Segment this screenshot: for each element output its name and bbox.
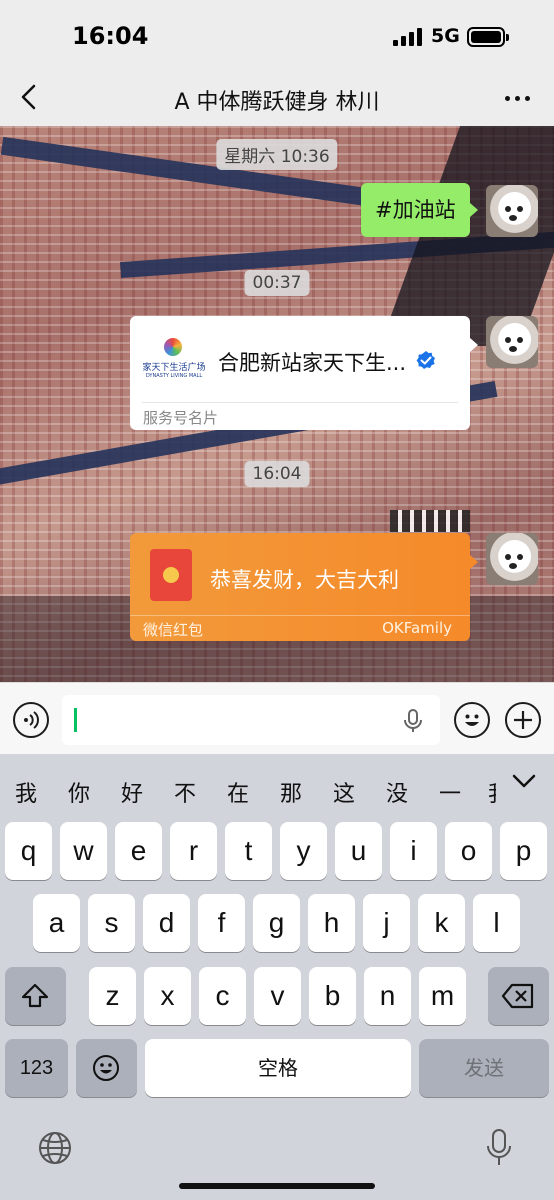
key-b[interactable]: b (309, 967, 356, 1025)
key-d[interactable]: d (143, 894, 190, 952)
emoji-icon[interactable] (454, 702, 490, 738)
input-bar (0, 682, 554, 754)
plus-icon[interactable] (505, 702, 541, 738)
candidate-word[interactable]: 一 (439, 776, 461, 808)
candidate-word[interactable]: 我 (15, 776, 37, 808)
candidate-word[interactable]: 我 (488, 776, 496, 808)
status-bar: 16:04 5G (0, 0, 554, 72)
card-account-name: 合肥新站家天下生... (218, 351, 407, 375)
dictation-microphone-icon[interactable] (485, 1128, 513, 1168)
red-packet-greeting: 恭喜发财，大吉大利 (210, 568, 399, 592)
key-x[interactable]: x (144, 967, 191, 1025)
shift-key[interactable] (5, 967, 66, 1025)
key-k[interactable]: k (418, 894, 465, 952)
key-v[interactable]: v (254, 967, 301, 1025)
key-u[interactable]: u (335, 822, 382, 880)
key-c[interactable]: c (199, 967, 246, 1025)
status-time: 16:04 (72, 22, 149, 50)
emoji-key[interactable] (76, 1039, 137, 1097)
message-input[interactable] (62, 695, 440, 745)
watermark-text: OKFamily (382, 619, 452, 637)
watermark-pattern (390, 510, 470, 532)
verified-badge-icon (416, 351, 435, 369)
mall-logo: 家天下生活广场 DYNASTY LIVING MALL (142, 336, 206, 388)
key-j[interactable]: j (363, 894, 410, 952)
delete-key[interactable] (488, 967, 549, 1025)
key-i[interactable]: i (390, 822, 437, 880)
red-envelope-icon (150, 549, 192, 601)
red-packet-label: 微信红包 (143, 621, 204, 639)
avatar[interactable] (486, 185, 538, 237)
key-y[interactable]: y (280, 822, 327, 880)
key-e[interactable]: e (115, 822, 162, 880)
text-message-bubble[interactable]: #加油站 (361, 183, 478, 237)
key-a[interactable]: a (33, 894, 80, 952)
home-indicator (179, 1183, 375, 1189)
network-type: 5G (431, 25, 460, 47)
space-key[interactable]: 空格 (145, 1039, 411, 1097)
key-m[interactable]: m (419, 967, 466, 1025)
voice-mode-icon[interactable] (13, 702, 49, 738)
key-r[interactable]: r (170, 822, 217, 880)
candidate-word[interactable]: 你 (68, 776, 90, 808)
avatar[interactable] (486, 533, 538, 585)
candidate-word[interactable]: 那 (280, 776, 302, 808)
signal-icon (393, 28, 423, 46)
shift-icon (21, 983, 49, 1008)
key-l[interactable]: l (473, 894, 520, 952)
keyboard: 我 你 好 不 在 那 这 没 一 我 q w e r t y u i o p … (0, 754, 554, 1200)
key-h[interactable]: h (308, 894, 355, 952)
battery-icon (467, 27, 509, 47)
message-timestamp: 星期六 10:36 (216, 139, 338, 170)
contact-card-message[interactable]: 家天下生活广场 DYNASTY LIVING MALL 合肥新站家天下生... … (130, 316, 478, 430)
key-t[interactable]: t (225, 822, 272, 880)
nav-bar: A 中体腾跃健身 林川 (0, 72, 554, 126)
more-dots-icon[interactable] (500, 84, 534, 108)
background-strap (0, 136, 420, 214)
numbers-key[interactable]: 123 (5, 1039, 68, 1097)
red-packet-message[interactable]: 恭喜发财，大吉大利 微信红包 OKFamily (130, 533, 478, 641)
message-timestamp: 00:37 (244, 270, 310, 296)
backspace-icon (501, 983, 534, 1009)
message-timestamp: 16:04 (244, 461, 310, 487)
text-caret (74, 708, 77, 732)
avatar[interactable] (486, 316, 538, 368)
candidate-bar: 我 你 好 不 在 那 这 没 一 我 (0, 754, 554, 826)
candidate-word[interactable]: 好 (121, 776, 143, 808)
candidate-word[interactable]: 在 (227, 776, 249, 808)
candidate-word[interactable]: 没 (386, 776, 408, 808)
globe-icon[interactable] (37, 1130, 73, 1166)
key-n[interactable]: n (364, 967, 411, 1025)
send-key[interactable]: 发送 (419, 1039, 549, 1097)
card-type-label: 服务号名片 (143, 409, 219, 427)
key-q[interactable]: q (5, 822, 52, 880)
microphone-icon[interactable] (402, 709, 424, 733)
key-f[interactable]: f (198, 894, 245, 952)
key-p[interactable]: p (500, 822, 547, 880)
key-w[interactable]: w (60, 822, 107, 880)
key-z[interactable]: z (89, 967, 136, 1025)
chat-title: A 中体腾跃健身 林川 (174, 90, 380, 115)
chevron-down-icon[interactable] (510, 772, 538, 792)
candidate-word[interactable]: 不 (174, 776, 196, 808)
key-o[interactable]: o (445, 822, 492, 880)
candidate-word[interactable]: 这 (333, 776, 355, 808)
key-g[interactable]: g (253, 894, 300, 952)
key-s[interactable]: s (88, 894, 135, 952)
emoji-icon (93, 1055, 119, 1081)
